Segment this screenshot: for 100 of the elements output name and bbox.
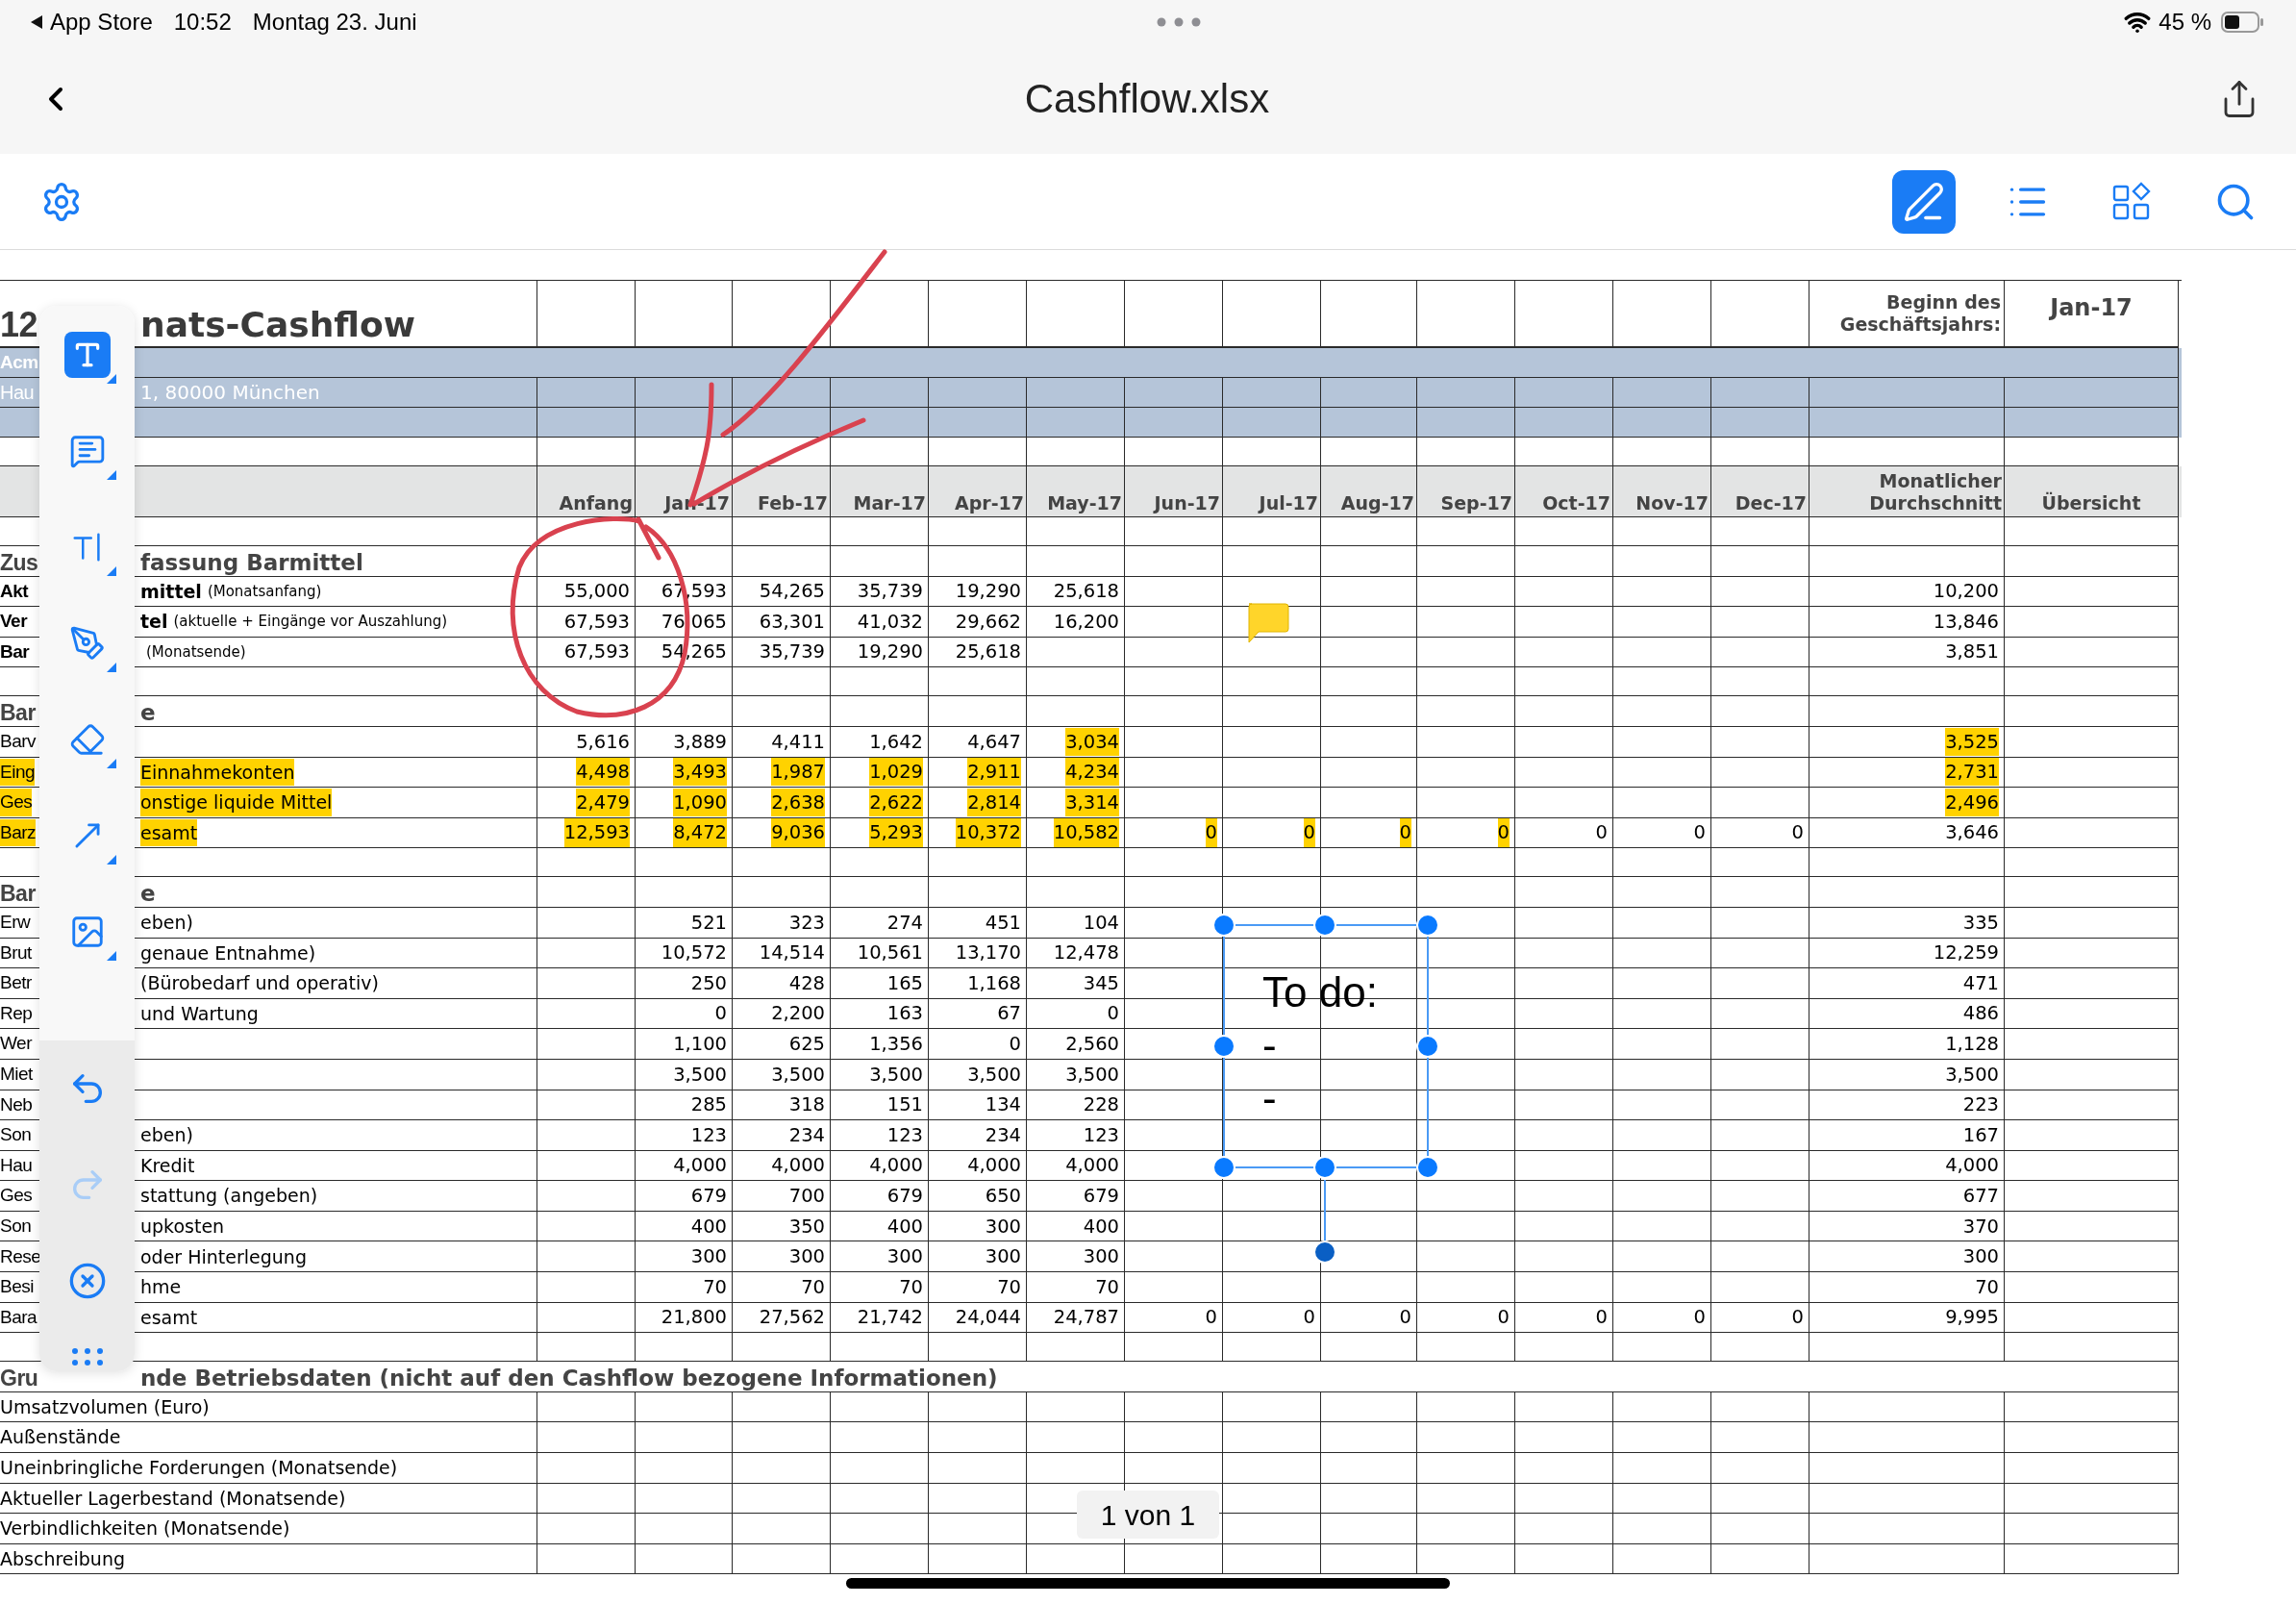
status-date: Montag 23. Juni [252, 7, 417, 37]
column-header: May-17 [1027, 466, 1125, 517]
table-cell: 471 [1809, 968, 2005, 999]
row-label: Ges [0, 1184, 33, 1208]
table-cell: 24,787 [1027, 1302, 1125, 1334]
row-label: Rese [0, 1244, 41, 1268]
row-label: 12 [0, 308, 38, 342]
multitasking-dots-icon[interactable] [1157, 16, 1202, 27]
row-note: (Monatsanfang) [207, 581, 322, 602]
resize-handle[interactable] [1212, 1156, 1235, 1179]
row-label: oder Hinterlegung [140, 1244, 307, 1269]
table-cell: 10,200 [1809, 576, 2005, 608]
table-cell: 345 [1027, 968, 1125, 999]
table-cell: 123 [636, 1120, 733, 1151]
table-cell: 29,662 [929, 607, 1027, 638]
row-label: nde Betriebsdaten (nicht auf den Cashflow bezogene Informationen) [140, 1364, 998, 1391]
table-cell: 4,647 [929, 726, 1027, 758]
row-label: Einnahmekonten [140, 758, 295, 787]
annotation-tool-button[interactable] [63, 332, 111, 378]
column-header: Apr-17 [929, 466, 1027, 517]
resize-handle[interactable] [1416, 1035, 1439, 1058]
table-cell: 9,995 [1809, 1302, 2005, 1334]
table-cell: 12,478 [1027, 938, 1125, 969]
table-cell: 1,100 [636, 1029, 733, 1060]
row-label: Hau [0, 381, 35, 405]
row-label: upkosten [140, 1214, 225, 1239]
row-label: genaue Entnahme) [140, 940, 316, 965]
table-cell: 19,290 [831, 637, 929, 668]
table-cell: 70 [1027, 1272, 1125, 1303]
row-label: mittel [140, 579, 202, 604]
resize-handle[interactable] [1212, 914, 1235, 937]
table-cell: 35,739 [733, 637, 831, 668]
resize-handle[interactable] [1313, 1156, 1336, 1179]
table-cell: 2,496 [1809, 788, 2005, 818]
table-cell: 123 [831, 1120, 929, 1151]
corner-triangle-icon [106, 566, 116, 576]
table-cell: 679 [1027, 1181, 1125, 1212]
table-cell: 300 [1027, 1241, 1125, 1273]
corner-triangle-icon [106, 374, 116, 384]
row-label: Aktueller Lagerbestand (Monatsende) [0, 1486, 346, 1511]
table-cell: 67,593 [537, 607, 636, 638]
table-cell: 21,742 [831, 1302, 929, 1334]
row-label: fassung Barmittel [140, 548, 363, 576]
table-cell: 2,638 [733, 788, 831, 818]
table-cell: 0 [1711, 1302, 1809, 1334]
table-cell: 2,560 [1027, 1029, 1125, 1060]
column-header: Übersicht [2005, 466, 2179, 517]
table-cell: 0 [1223, 817, 1321, 849]
eraser-icon [68, 721, 106, 758]
row-label: stattung (angeben) [140, 1184, 318, 1209]
table-cell: 0 [1711, 817, 1809, 849]
table-cell: 55,000 [537, 576, 636, 608]
table-cell: 24,044 [929, 1302, 1027, 1334]
table-cell: 3,493 [636, 757, 733, 789]
battery-percentage: 45 % [2159, 7, 2211, 37]
table-cell: 1,090 [636, 788, 733, 818]
table-cell: 4,000 [733, 1150, 831, 1182]
column-header: Jul-17 [1223, 466, 1321, 517]
resize-handle[interactable] [1313, 914, 1336, 937]
table-cell: 370 [1809, 1211, 2005, 1242]
back-app-link[interactable]: App Store [50, 4, 153, 39]
row-label: Miet [0, 1062, 33, 1086]
row-label: Bar [0, 698, 36, 726]
table-cell: 0 [1321, 1302, 1417, 1334]
table-cell: 8,472 [636, 817, 733, 849]
table-cell: 323 [733, 907, 831, 939]
row-label: Außenstände [0, 1425, 121, 1450]
resize-handle[interactable] [1416, 1156, 1439, 1179]
row-label: Betr [0, 971, 32, 995]
table-cell: 5,293 [831, 817, 929, 849]
row-label: Bar [0, 879, 36, 907]
table-cell: 25,618 [1027, 576, 1125, 608]
table-cell: 300 [831, 1241, 929, 1273]
row-label: Gru [0, 1364, 38, 1391]
table-cell: 13,846 [1809, 607, 2005, 638]
resize-handle[interactable] [1212, 1035, 1235, 1058]
resize-handle[interactable] [1416, 914, 1439, 937]
row-label: Ver [0, 610, 28, 634]
document-title: Cashflow.xlsx [1024, 75, 1270, 123]
row-label: tel [140, 610, 168, 635]
close-icon [67, 1262, 107, 1300]
corner-triangle-icon [106, 951, 116, 961]
table-cell: 3,500 [1027, 1059, 1125, 1090]
table-cell: 16,200 [1027, 607, 1125, 638]
column-header: Monatlicher Durchschnitt [1809, 466, 2005, 517]
table-cell: 1,987 [733, 757, 831, 789]
comment-note-icon[interactable] [1245, 603, 1289, 643]
table-cell: 167 [1809, 1120, 2005, 1151]
table-cell: 521 [636, 907, 733, 939]
table-cell: 4,000 [1027, 1150, 1125, 1182]
row-label: esamt [140, 818, 198, 847]
column-header: Dec-17 [1711, 466, 1809, 517]
table-cell: 3,889 [636, 726, 733, 758]
connector-handle[interactable] [1313, 1179, 1336, 1264]
table-cell: 228 [1027, 1090, 1125, 1121]
table-cell: 3,851 [1809, 637, 2005, 668]
row-label: Zus [0, 548, 38, 576]
pencil-icon [1903, 180, 1945, 223]
row-note: (Monatsende) [146, 641, 246, 663]
view-tool-button[interactable] [1892, 169, 1956, 234]
